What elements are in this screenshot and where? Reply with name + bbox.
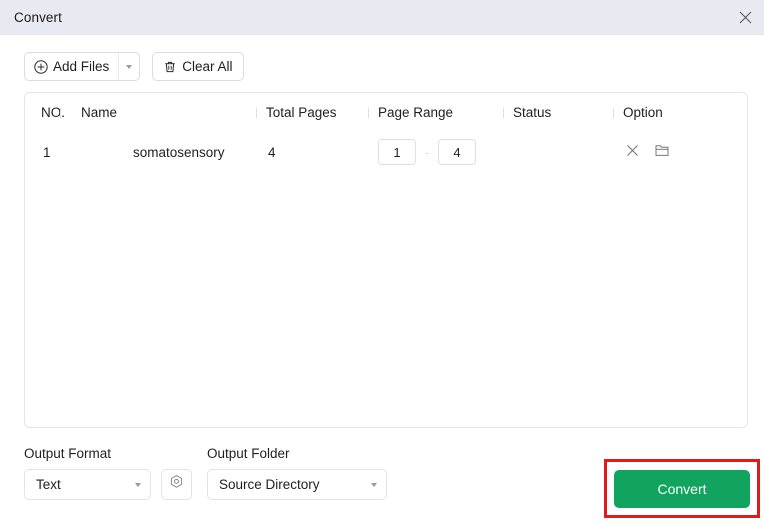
column-header-name-label: Name	[81, 105, 118, 120]
clear-all-label: Clear All	[182, 59, 233, 74]
cell-name: somatosensory	[70, 130, 266, 174]
circle-plus-icon	[34, 59, 48, 74]
output-format-value: Text	[36, 477, 61, 492]
total-pages-value: 4	[268, 144, 276, 160]
convert-button-highlight: Convert	[604, 459, 760, 518]
column-separator	[368, 107, 369, 118]
remove-file-button[interactable]	[623, 143, 641, 161]
page-range-from-input[interactable]	[378, 139, 416, 165]
cell-no: 1	[25, 130, 70, 174]
column-header-status-label: Status	[513, 105, 552, 120]
column-header-page-range-label: Page Range	[378, 105, 454, 120]
column-header-status: Status	[503, 95, 623, 130]
add-files-main[interactable]: Add Files	[25, 53, 118, 80]
window-titlebar: Convert	[0, 0, 764, 35]
row-index-value: 1	[43, 144, 51, 160]
add-files-label: Add Files	[53, 59, 110, 74]
chevron-down-icon	[126, 64, 133, 69]
trash-icon	[163, 60, 177, 74]
window-title: Convert	[14, 10, 62, 25]
chevron-down-icon	[135, 482, 141, 487]
cell-option	[623, 130, 723, 174]
page-range-dash: -	[424, 144, 430, 160]
cell-status	[513, 130, 623, 174]
add-files-dropdown-toggle[interactable]	[118, 53, 139, 80]
cell-page-range: -	[378, 130, 513, 174]
output-folder-label: Output Folder	[207, 446, 290, 461]
table-row[interactable]: 1 somatosensory 4 -	[25, 130, 747, 174]
output-format-label: Output Format	[24, 446, 112, 461]
column-header-total-pages-label: Total Pages	[266, 105, 337, 120]
column-separator	[60, 107, 61, 118]
column-header-option-label: Option	[623, 105, 663, 120]
file-list-panel: NO. Name Total Pages Page Range Status O…	[24, 92, 748, 428]
column-header-page-range: Page Range	[368, 95, 513, 130]
settings-icon	[168, 474, 185, 496]
clear-all-button[interactable]: Clear All	[152, 52, 244, 81]
output-format-group: Output Format Text	[24, 446, 192, 500]
output-folder-value: Source Directory	[219, 477, 320, 492]
file-name-value: somatosensory	[133, 144, 225, 160]
column-separator	[256, 107, 257, 118]
column-header-name: Name	[60, 95, 266, 130]
column-separator	[503, 107, 504, 118]
column-header-no: NO.	[25, 95, 70, 130]
close-icon	[739, 11, 752, 24]
toolbar: Add Files Clear All	[0, 35, 764, 81]
column-header-no-label: NO.	[41, 105, 66, 120]
close-window-button[interactable]	[732, 5, 758, 31]
page-range-to-input[interactable]	[438, 139, 476, 165]
output-format-select[interactable]: Text	[24, 469, 151, 500]
file-table-header: NO. Name Total Pages Page Range Status O…	[25, 93, 747, 130]
cell-total-pages: 4	[266, 130, 378, 174]
chevron-down-icon	[371, 482, 377, 487]
output-folder-group: Output Folder Source Directory	[207, 446, 387, 500]
output-format-row: Text	[24, 469, 192, 500]
close-icon	[626, 144, 639, 160]
column-separator	[613, 107, 614, 118]
open-folder-button[interactable]	[653, 143, 671, 161]
output-folder-select[interactable]: Source Directory	[207, 469, 387, 500]
format-settings-button[interactable]	[161, 469, 192, 500]
column-header-total-pages: Total Pages	[256, 95, 378, 130]
folder-icon	[655, 144, 669, 160]
add-files-button[interactable]: Add Files	[24, 52, 141, 81]
convert-button[interactable]: Convert	[614, 469, 750, 508]
column-header-option: Option	[613, 95, 723, 130]
